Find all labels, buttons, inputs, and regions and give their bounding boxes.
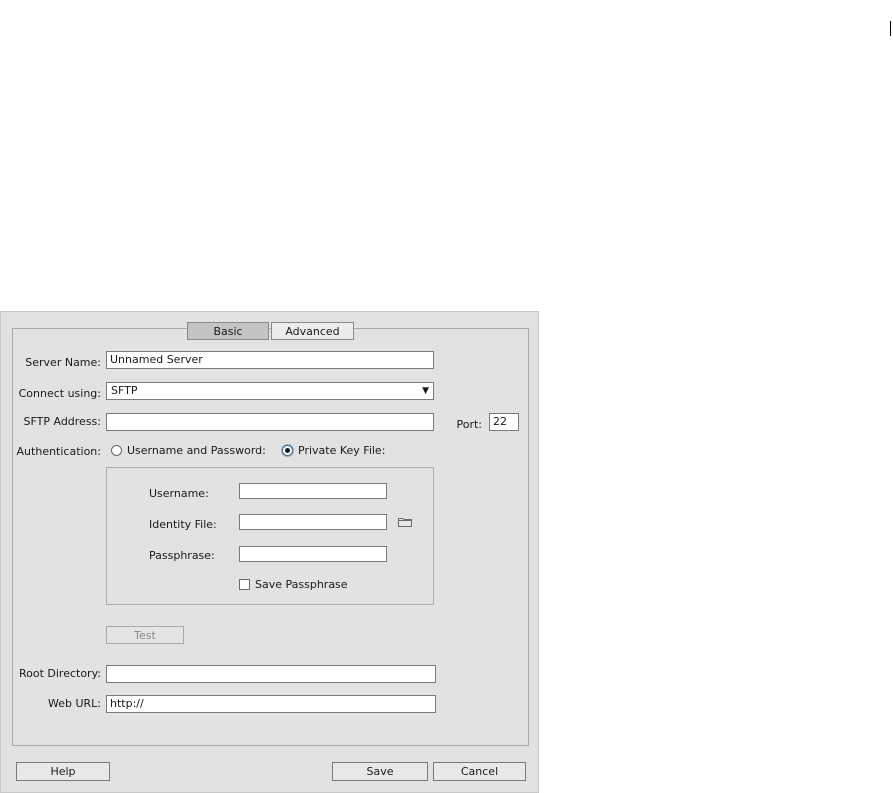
radio-private-key[interactable] [282, 445, 293, 456]
radio-private-key-label: Private Key File: [298, 444, 386, 457]
port-input[interactable]: 22 [489, 413, 519, 431]
sftp-address-label: SFTP Address: [23, 415, 101, 428]
save-button[interactable]: Save [332, 762, 428, 781]
identity-file-input[interactable] [239, 514, 387, 530]
username-input[interactable] [239, 483, 387, 499]
connect-using-value: SFTP [111, 384, 138, 397]
server-setup-dialog: Basic Advanced Server Name: Unnamed Serv… [0, 311, 539, 793]
passphrase-label: Passphrase: [149, 549, 215, 562]
tab-advanced[interactable]: Advanced [271, 322, 354, 340]
window-edge-marker [890, 21, 891, 36]
test-button[interactable]: Test [106, 626, 184, 644]
triangle-down-icon: ▼ [422, 386, 429, 396]
server-name-input[interactable]: Unnamed Server [106, 351, 434, 369]
identity-file-label: Identity File: [149, 518, 217, 531]
radio-username-password-label: Username and Password: [127, 444, 266, 457]
radio-username-password[interactable] [111, 445, 122, 456]
username-label: Username: [149, 487, 209, 500]
web-url-label: Web URL: [47, 697, 101, 710]
folder-icon[interactable] [398, 517, 412, 527]
root-directory-input[interactable] [106, 665, 436, 683]
root-directory-label: Root Directory: [18, 667, 101, 680]
connect-using-select[interactable]: SFTP ▼ [106, 382, 434, 400]
passphrase-input[interactable] [239, 546, 387, 562]
help-button[interactable]: Help [16, 762, 110, 781]
web-url-input[interactable]: http:// [106, 695, 436, 713]
tab-bar: Basic Advanced [187, 322, 354, 340]
server-name-label: Server Name: [25, 356, 101, 369]
cancel-button[interactable]: Cancel [433, 762, 526, 781]
authentication-label: Authentication: [16, 445, 101, 458]
connect-using-label: Connect using: [18, 387, 101, 400]
port-label: Port: [456, 418, 482, 431]
save-passphrase-checkbox[interactable] [239, 579, 250, 590]
tab-basic[interactable]: Basic [187, 322, 269, 340]
save-passphrase-label: Save Passphrase [255, 578, 348, 591]
sftp-address-input[interactable] [106, 413, 434, 431]
